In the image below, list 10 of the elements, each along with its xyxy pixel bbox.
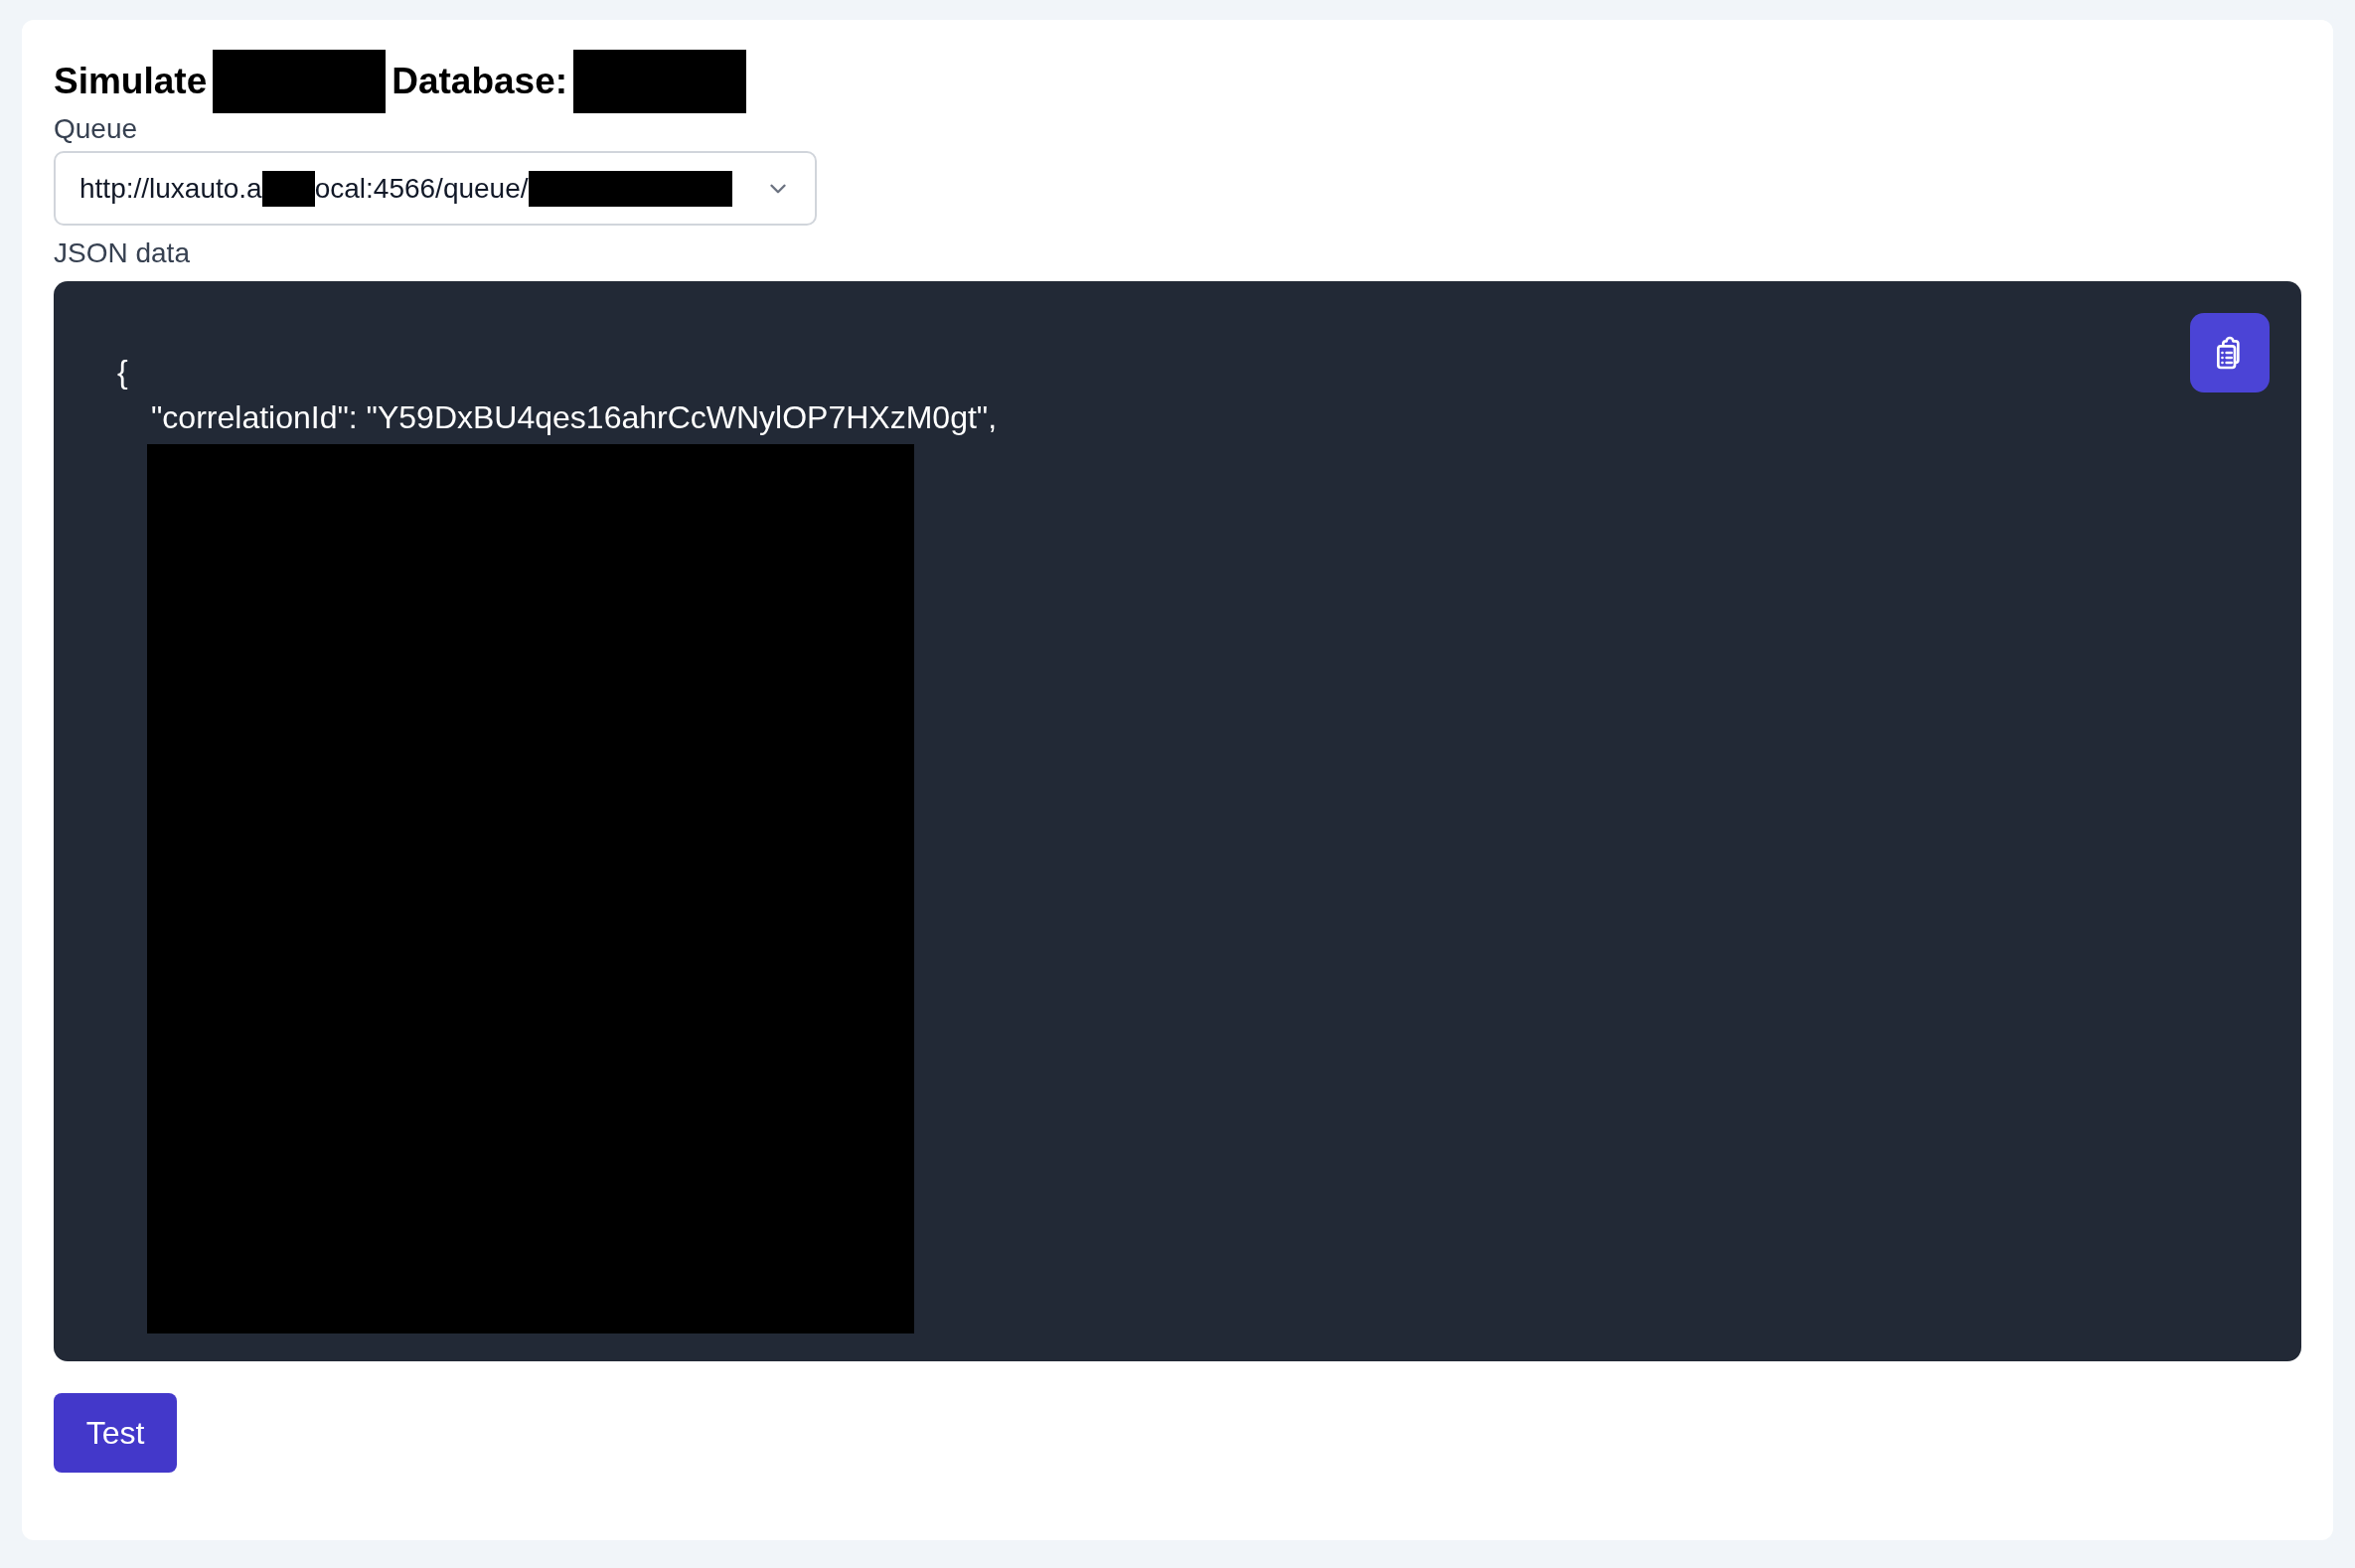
page-title: Simulate <box>54 61 208 102</box>
field-label: JSON data <box>54 237 191 269</box>
page-title: Database: <box>392 61 568 102</box>
copy-button[interactable] <box>2190 313 2270 392</box>
redaction-block <box>261 170 315 207</box>
code-line: "correlationId": "Y59DxBU4qes16ahrCcWNylOP7HXzM0gt", <box>151 398 998 437</box>
code-line: { <box>117 353 128 392</box>
queue-select[interactable]: http://luxauto.a ocal:4566/queue/ <box>54 151 817 226</box>
test-button[interactable]: Test <box>54 1393 177 1473</box>
field-label: Queue <box>54 113 139 145</box>
